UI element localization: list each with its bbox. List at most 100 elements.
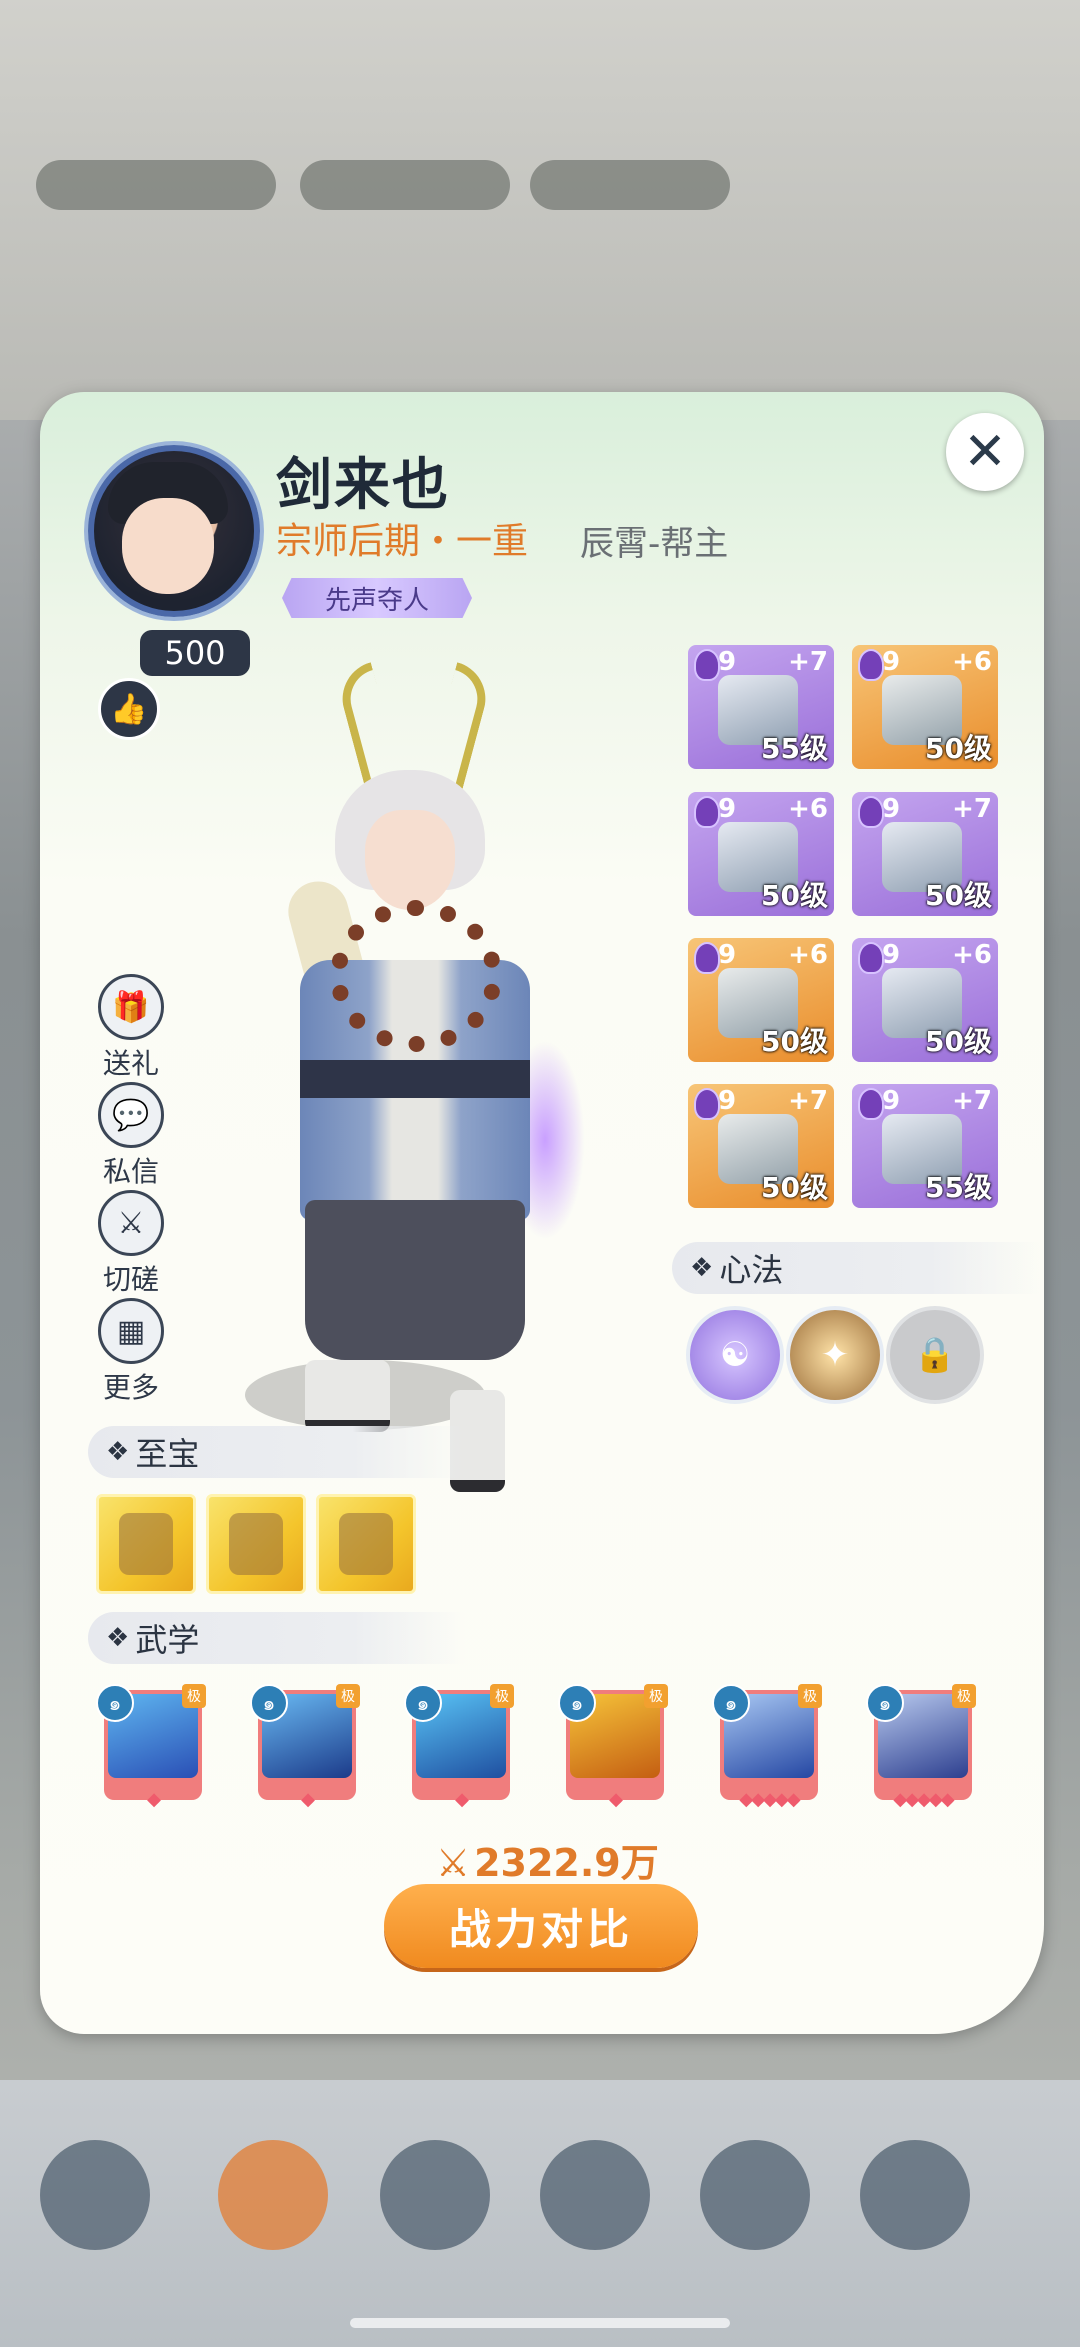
equipment-slot-robe[interactable]: 9 +6 50级: [688, 792, 834, 916]
gem-count: 9: [718, 940, 737, 970]
section-zhibao-label: 至宝: [135, 1435, 200, 1473]
character-pants: [305, 1200, 525, 1360]
skill-slot-3[interactable]: ๑ 极 ◆: [404, 1684, 514, 1810]
water-element-icon: ๑: [558, 1684, 596, 1722]
section-wuxue: ❖ 武学: [88, 1612, 466, 1664]
background-nav-button: [540, 2140, 650, 2250]
water-element-icon: ๑: [866, 1684, 904, 1722]
gem-count: 9: [718, 794, 737, 824]
gem-icon: [694, 649, 720, 681]
gem-icon: [858, 942, 884, 974]
equipment-slot-ring[interactable]: 9 +7 50级: [688, 1084, 834, 1208]
enhance-level: +6: [788, 794, 828, 824]
skill-slot-4[interactable]: ๑ 极 ◆: [558, 1684, 668, 1810]
combat-power-value: 2322.9万: [474, 1841, 659, 1885]
enhance-level: +6: [952, 647, 992, 677]
xinfa-slot-meditation[interactable]: ☯: [686, 1306, 784, 1404]
section-zhibao: ❖ 至宝: [88, 1426, 466, 1478]
like-count: 500: [140, 630, 250, 676]
treasure-slot-pagoda[interactable]: [96, 1494, 196, 1594]
equip-level: 50级: [925, 879, 992, 912]
message-icon: 💬: [98, 1082, 164, 1148]
gift-icon: 🎁: [98, 974, 164, 1040]
equipment-slot-weapon[interactable]: 9 +7 55级: [688, 645, 834, 769]
equipment-slot-pendant[interactable]: 9 +7 55级: [852, 1084, 998, 1208]
home-indicator: [350, 2318, 730, 2328]
skill-stars: ◆◆◆◆◆: [739, 1789, 800, 1810]
skill-stars: ◆◆◆◆◆: [893, 1789, 954, 1810]
background-scene: [0, 0, 1080, 420]
skill-slot-5[interactable]: ๑ 极 ◆◆◆◆◆: [712, 1684, 822, 1810]
avatar-face: [122, 498, 214, 594]
equip-level: 55级: [761, 732, 828, 765]
player-rank: 宗师后期・一重: [276, 521, 529, 562]
crossed-swords-icon: ⚔: [98, 1190, 164, 1256]
section-wuxue-label: 武学: [135, 1621, 200, 1659]
skill-slot-1[interactable]: ๑ 极 ◆: [96, 1684, 206, 1810]
skill-slot-6[interactable]: ๑ 极 ◆◆◆◆◆: [866, 1684, 976, 1810]
equipment-slot-legs[interactable]: 9 +7 50级: [852, 792, 998, 916]
xinfa-slot-martial-artist[interactable]: ✦: [786, 1306, 884, 1404]
gem-count: 9: [882, 940, 901, 970]
background-nav-button: [40, 2140, 150, 2250]
gift-button[interactable]: 🎁 送礼: [96, 974, 166, 1082]
character-prayer-beads: [330, 900, 502, 1052]
title-tag: 先声夺人: [282, 578, 472, 618]
player-name: 剑来也: [276, 453, 450, 518]
xinfa-slot-locked[interactable]: 🔒: [886, 1306, 984, 1404]
background-nav-button: [700, 2140, 810, 2250]
duel-button[interactable]: ⚔ 切磋: [96, 1190, 166, 1298]
more-button[interactable]: ▦ 更多: [96, 1298, 166, 1406]
lock-icon: 🔒: [913, 1335, 957, 1375]
skill-stars: ◆: [147, 1789, 161, 1810]
skill-grade: 极: [798, 1684, 822, 1708]
gem-icon: [858, 796, 884, 828]
skill-grade: 极: [952, 1684, 976, 1708]
gift-label: 送礼: [102, 1047, 159, 1080]
diamond-icon: ❖: [106, 1623, 130, 1653]
more-label: 更多: [102, 1371, 159, 1404]
skill-stars: ◆: [609, 1789, 623, 1810]
equip-level: 50级: [925, 732, 992, 765]
background-nav-button: [380, 2140, 490, 2250]
enhance-level: +6: [788, 940, 828, 970]
gem-count: 9: [718, 1086, 737, 1116]
compare-power-button[interactable]: 战力对比: [384, 1884, 698, 1968]
thumbs-up-icon[interactable]: 👍: [98, 678, 160, 740]
gem-count: 9: [882, 1086, 901, 1116]
skill-grade: 极: [182, 1684, 206, 1708]
water-element-icon: ๑: [404, 1684, 442, 1722]
treasure-slot-crystal[interactable]: [206, 1494, 306, 1594]
water-element-icon: ๑: [250, 1684, 288, 1722]
duel-label: 切磋: [102, 1263, 159, 1296]
background-nav-button: [218, 2140, 328, 2250]
skill-stars: ◆: [455, 1789, 469, 1810]
meditation-icon: ☯: [719, 1335, 751, 1375]
gem-icon: [694, 942, 720, 974]
equipment-slot-bracer[interactable]: 9 +6 50级: [688, 938, 834, 1062]
character-face: [365, 810, 455, 910]
combat-power: ⚔ 2322.9万: [436, 1832, 659, 1887]
enhance-level: +7: [788, 1086, 828, 1116]
message-label: 私信: [102, 1155, 159, 1188]
equip-level: 50级: [761, 1171, 828, 1204]
message-button[interactable]: 💬 私信: [96, 1082, 166, 1190]
equipment-slot-boots[interactable]: 9 +6 50级: [852, 938, 998, 1062]
skill-grade: 极: [490, 1684, 514, 1708]
background-status-pill: [36, 160, 276, 210]
diamond-icon: ❖: [106, 1437, 130, 1467]
gem-count: 9: [718, 647, 737, 677]
character-shoe-left: [305, 1360, 390, 1432]
treasure-slot-bonsai[interactable]: [316, 1494, 416, 1594]
gem-count: 9: [882, 794, 901, 824]
equip-level: 55级: [925, 1171, 992, 1204]
background-nav-button: [860, 2140, 970, 2250]
crystal-icon: [229, 1513, 283, 1575]
close-icon[interactable]: ✕: [946, 413, 1024, 491]
equip-level: 50级: [925, 1025, 992, 1058]
skill-slot-2[interactable]: ๑ 极 ◆: [250, 1684, 360, 1810]
player-guild: 辰霄-帮主: [580, 524, 729, 564]
equip-level: 50级: [761, 879, 828, 912]
equipment-slot-helmet[interactable]: 9 +6 50级: [852, 645, 998, 769]
skill-grade: 极: [644, 1684, 668, 1708]
